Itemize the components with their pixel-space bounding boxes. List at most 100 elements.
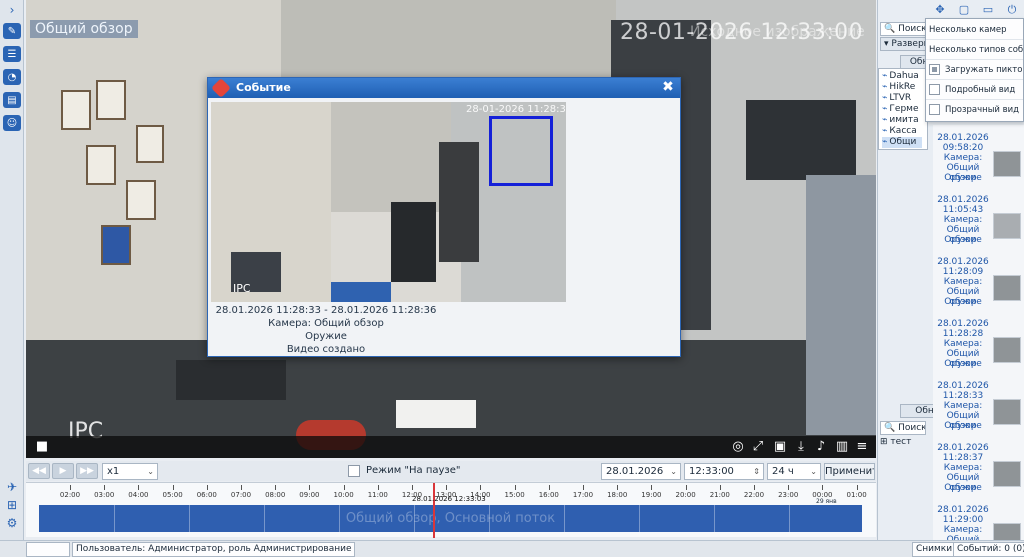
event-time: 11:28:09: [942, 267, 984, 277]
camera-icon[interactable]: ✎: [3, 23, 21, 39]
pause-mode-checkbox[interactable]: [348, 465, 360, 477]
minimize-window-icon[interactable]: ▭: [981, 3, 995, 17]
event-time: 11:05:43: [942, 205, 984, 215]
menu-item[interactable]: Подробный вид: [926, 80, 1023, 100]
menu-item-label: Несколько камер: [929, 25, 1007, 35]
timeline-cursor[interactable]: [433, 483, 435, 538]
event-thumbnail[interactable]: [993, 461, 1021, 487]
chart-pie-icon[interactable]: ◔: [3, 69, 21, 85]
event-thumbnail[interactable]: [993, 275, 1021, 301]
event-camera: Камера:: [943, 339, 983, 349]
snapshots-button[interactable]: Снимки: [912, 542, 957, 557]
play-button[interactable]: ▶: [52, 463, 74, 479]
rewind-button[interactable]: ◀◀: [28, 463, 50, 479]
power-icon[interactable]: ⏻: [1005, 3, 1019, 17]
timeline-tick-mark: [548, 485, 550, 490]
timeline[interactable]: 02:00 03:00 04:00 05:00 06:00 07:00 08:00 09:00…: [26, 482, 876, 538]
camera-list-item[interactable]: Общи: [882, 137, 922, 148]
camera-list-item[interactable]: Касса: [882, 126, 922, 137]
event-thumbnail[interactable]: [993, 523, 1021, 540]
download-icon[interactable]: ⤓: [793, 439, 809, 455]
restore-window-icon[interactable]: ▢: [957, 3, 971, 17]
menu-item[interactable]: Прозрачный вид: [926, 100, 1023, 120]
report-icon[interactable]: ▤: [3, 92, 21, 108]
tree-search-input[interactable]: 🔍 Поиск: [880, 421, 926, 435]
menu-item[interactable]: Несколько камер: [926, 20, 1023, 40]
menu-icon[interactable]: ≡: [854, 439, 870, 455]
satellite-icon[interactable]: ✈: [3, 479, 21, 495]
film-icon[interactable]: ▥: [834, 439, 850, 455]
pause-mode-label: Режим "На паузе": [366, 465, 461, 476]
list-icon[interactable]: ☰: [3, 46, 21, 62]
timeline-tick-mark: [822, 485, 824, 490]
timeline-tick-mark: [754, 485, 755, 490]
menu-item[interactable]: Несколько типов событий: [926, 40, 1023, 60]
event-list-item[interactable]: 28.01.2026 11:28:09 Камера: Общий обзор Оруж…: [933, 257, 1024, 319]
timeline-tick-label: 21:00: [709, 491, 730, 499]
event-snapshot-image[interactable]: 28-01-2026 11:28:35 IPC: [211, 102, 566, 302]
event-list-item[interactable]: 28.01.2026 11:05:43 Камера: Общий обзор Оруж…: [933, 195, 1024, 257]
status-user: Пользователь: Администратор, роль Админи…: [72, 542, 356, 557]
timeline-tick-label: 07:00: [230, 491, 252, 499]
menu-item-label: Несколько типов событий: [929, 45, 1023, 55]
volume-icon[interactable]: ♪: [813, 439, 829, 455]
timeline-tick-mark: [241, 485, 242, 490]
event-list-item[interactable]: 28.01.2026 11:28:37 Камера: Общий обзор Оруж…: [933, 443, 1024, 505]
event-list-item[interactable]: 28.01.2026 11:28:33 Камера: Общий обзор Оруж…: [933, 381, 1024, 443]
timeline-tick-mark: [104, 485, 106, 490]
speed-select[interactable]: x1 ⌄: [102, 463, 158, 480]
event-date: 28.01.2026: [937, 443, 989, 453]
event-list-item[interactable]: 28.01.2026 11:28:28 Камера: Общий обзор Оруж…: [933, 319, 1024, 381]
move-icon[interactable]: ✥: [933, 3, 947, 17]
settings-gears-icon[interactable]: ⚙: [3, 515, 21, 531]
camera-search-input[interactable]: 🔍 Поиск: [880, 22, 926, 36]
apply-button[interactable]: Применить: [824, 463, 875, 480]
event-date: 28.01.2026: [937, 195, 989, 205]
camera-list-item[interactable]: Герме: [882, 104, 922, 115]
camera-list-item[interactable]: имита: [882, 115, 922, 126]
fullscreen-icon[interactable]: ⤢: [750, 439, 766, 455]
range-select[interactable]: 24 ч ⌄: [767, 463, 821, 480]
timeline-tick-mark: [583, 485, 584, 490]
camera-name-label: Общий обзор: [30, 20, 138, 38]
menu-item[interactable]: Загружать пиктограммы: [926, 60, 1023, 80]
timeline-tick-label: 02:00: [59, 491, 81, 499]
event-time: 11:28:37: [942, 453, 984, 463]
tree-item-test[interactable]: ⊞ тест: [880, 437, 911, 447]
timeline-tick-mark: [275, 485, 277, 490]
date-field[interactable]: 28.01.2026 ⌄: [601, 463, 681, 480]
layout-grid-icon[interactable]: ⊞: [3, 497, 21, 513]
event-thumbnail[interactable]: [993, 337, 1021, 363]
snapshot-camera-icon[interactable]: ▣: [772, 439, 788, 455]
event-thumbnail[interactable]: [993, 151, 1021, 177]
timeline-tick-mark: [70, 485, 71, 490]
menu-item-checkbox[interactable]: [929, 64, 940, 75]
stop-icon[interactable]: ■: [34, 439, 50, 455]
expand-button[interactable]: ▾ Разверн: [880, 37, 926, 51]
user-icon[interactable]: ☺: [3, 115, 21, 131]
event-date: 28.01.2026: [937, 319, 989, 329]
spiral-icon[interactable]: ◎: [730, 439, 746, 455]
event-thumbnail[interactable]: [993, 399, 1021, 425]
close-icon[interactable]: ✖: [660, 79, 676, 95]
timeline-tick-label: 15:00: [504, 491, 525, 499]
status-empty-cell: [26, 542, 70, 557]
menu-item-checkbox[interactable]: [929, 84, 940, 95]
timeline-tick-label: 22:00: [743, 491, 765, 499]
timeline-tick-mark: [685, 485, 687, 490]
menu-item-checkbox[interactable]: [929, 104, 940, 115]
camera-list-item[interactable]: HikRe: [882, 82, 922, 93]
collapse-chevron-icon[interactable]: ›: [3, 2, 21, 18]
camera-list-item[interactable]: Dahua: [882, 71, 922, 82]
time-field[interactable]: 12:33:00 ⇕: [684, 463, 764, 480]
fast-forward-button[interactable]: ▶▶: [76, 463, 98, 479]
event-list-item[interactable]: 28.01.202611:29:00Камера:Общий обзорОруж…: [933, 505, 1024, 540]
event-thumbnail[interactable]: [993, 213, 1021, 239]
event-camera: Камера:: [943, 401, 983, 411]
timeline-tick-label: 16:00: [538, 491, 559, 499]
camera-list-item[interactable]: LTVR: [882, 93, 922, 104]
timeline-tick-mark: [446, 485, 448, 490]
menu-item-label: Загружать пиктограммы: [945, 65, 1023, 75]
event-list-item[interactable]: 28.01.2026 09:58:20 Камера: Общий обзор Оруж…: [933, 133, 1024, 195]
timeline-tick-mark: [377, 485, 379, 490]
